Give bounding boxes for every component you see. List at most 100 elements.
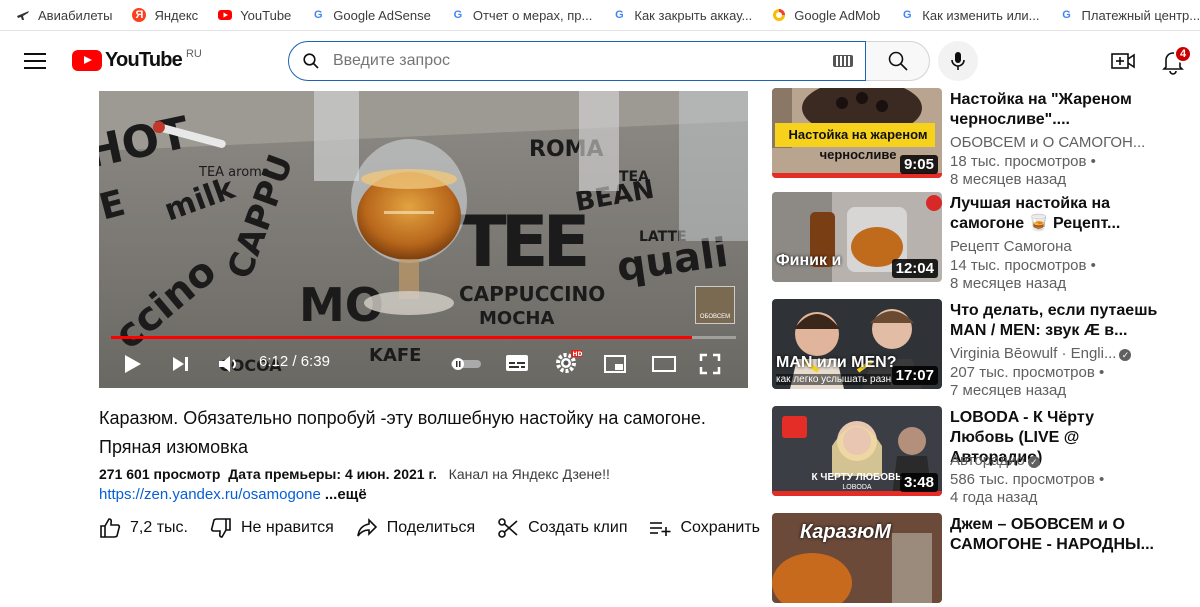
save-button[interactable]: Сохранить [649,519,760,537]
share-button[interactable]: Поделиться [356,518,475,538]
video-thumbnail[interactable]: Настойка на жареном черносливе 9:05 [772,88,942,178]
youtube-logo-icon [72,50,102,71]
country-code: RU [185,47,202,60]
video-duration: 3:48 [899,473,938,492]
keyboard-icon[interactable] [833,55,853,67]
masthead: YouTube RU 4 [0,31,1200,91]
microphone-icon [951,52,965,70]
thumbnail-subcaption: как легко услышать разн [776,374,892,385]
video-thumbnail[interactable]: MAN или MEN? как легко услышать разн 17:… [772,299,942,389]
time-separator: / [288,353,301,370]
search-input[interactable] [333,52,823,70]
channel-name[interactable]: Рецепт Самогона [950,238,1160,257]
channel-name[interactable]: Авторадио [950,452,1025,469]
logo-text: YouTube [105,49,183,71]
search-box [288,41,866,81]
bookmark-youtube[interactable]: YouTube [218,8,291,23]
dislike-button[interactable]: Не нравится [210,517,334,539]
view-count: 18 тыс. просмотров • [950,152,1096,170]
upload-age: 8 месяцев назад [950,171,1067,188]
svg-text:MOCHA: MOCHA [479,308,554,329]
view-count: 207 тыс. просмотров • [950,363,1105,381]
view-count: 14 тыс. просмотров • [950,256,1096,274]
svg-text:HD: HD [573,351,583,358]
bookmark-kak-izmenit[interactable]: G Как изменить или... [900,8,1040,23]
create-clip-button[interactable]: Создать клип [497,517,627,539]
autoplay-toggle-icon[interactable] [449,357,483,371]
bookmark-kak-zakryt[interactable]: G Как закрыть аккау... [612,8,752,23]
yandex-icon: Я [132,8,147,22]
admob-icon [772,8,786,22]
volume-icon[interactable] [217,353,241,375]
svg-text:TEA aroma: TEA aroma [198,165,270,180]
video-duration: 9:05 [899,155,938,174]
miniplayer-icon[interactable] [603,354,627,374]
thumbnail-caption: Финик и [776,252,842,269]
recommendation-item[interactable]: Финик и 12:04 Лучшая настойка на самогон… [772,192,1200,292]
bookmark-platezhny-centr[interactable]: G Платежный центр... [1060,8,1200,23]
show-more-button[interactable]: ...ещё [325,486,367,503]
video-frame: HOT TE milk CAPPU ccino MO TEE BEAN ROMA… [99,91,748,388]
like-button[interactable]: 7,2 тыс. [99,517,188,539]
svg-text:KAFE: KAFE [369,345,421,366]
search-icon [888,51,908,71]
settings-gear-icon[interactable]: HD [554,349,582,375]
share-icon [356,518,377,537]
channel-name[interactable]: Virginia Bēowulf · Engli... [950,345,1116,362]
notification-count-badge: 4 [1174,45,1192,63]
youtube-logo[interactable]: YouTube RU [72,47,202,72]
google-icon: G [314,9,323,21]
thumbnail-caption: КаразюМ [800,521,891,543]
scissors-icon [498,518,518,538]
thumbnail-caption: MAN или MEN? [776,354,897,371]
verified-icon: ✓ [1027,456,1040,468]
bookmark-aviabilety[interactable]: Авиабилеты [16,8,112,23]
channel-watermark[interactable]: ОБОВСЕМ [695,286,735,324]
thumbs-up-icon [100,518,121,538]
bookmark-yandex[interactable]: Я Яндекс [132,8,198,23]
premiere-date: Дата премьеры: 4 июн. 2021 г. [228,466,437,482]
recommendation-item[interactable]: К ЧЕРТУ ЛЮБОВЬ LOBODA 3:48 LOBODA - К Чё… [772,406,1200,506]
theater-mode-icon[interactable] [651,354,677,374]
action-bar: 7,2 тыс. Не нравится Поделиться Создать … [99,514,769,542]
video-thumbnail[interactable]: Финик и 12:04 [772,192,942,282]
video-meta: 271 601 просмотр Дата премьеры: 4 июн. 2… [99,466,610,482]
upload-age: 7 месяцев назад [950,382,1067,399]
video-thumbnail[interactable]: К ЧЕРТУ ЛЮБОВЬ LOBODA 3:48 [772,406,942,496]
video-title: Каразюм. Обязательно попробуй -эту волше… [99,408,706,457]
video-duration: 12:04 [891,259,938,278]
view-count: 586 тыс. просмотров • [950,470,1105,488]
svg-text:TEE: TEE [459,201,586,283]
voice-search-button[interactable] [938,41,978,81]
play-icon[interactable] [123,353,143,375]
recommendation-item[interactable]: MAN или MEN? как легко услышать разн 17:… [772,299,1200,399]
thumbs-down-icon [210,518,231,538]
verified-icon: ✓ [1119,349,1132,361]
upload-age: 8 месяцев назад [950,275,1067,292]
recommendation-item[interactable]: КаразюМ Джем – ОБОВСЕМ и О САМОГОНЕ - НА… [772,513,1200,607]
recommendation-title[interactable]: Настойка на "Жареном черносливе".... [950,90,1160,130]
bookmark-otchet[interactable]: G Отчет о мерах, пр... [451,8,593,23]
bookmark-google-adsense[interactable]: G Google AdSense [311,8,431,23]
next-icon[interactable] [171,355,191,373]
google-icon: G [615,9,624,21]
create-video-icon[interactable] [1110,49,1136,73]
recommendation-title[interactable]: Что делать, если путаешь MAN / MEN: звук… [950,301,1160,341]
bookmark-google-admob[interactable]: Google AdMob [772,8,880,23]
video-player[interactable]: HOT TE milk CAPPU ccino MO TEE BEAN ROMA… [99,91,748,388]
recommendation-item[interactable]: Настойка на жареном черносливе 9:05 Наст… [772,88,1200,188]
description-link[interactable]: https://zen.yandex.ru/osamogone [99,486,321,503]
recommendation-title[interactable]: Джем – ОБОВСЕМ и О САМОГОНЕ - НАРОДНЫ... [950,515,1160,555]
menu-icon[interactable] [24,53,46,69]
progress-bar[interactable] [111,336,736,339]
search-button[interactable] [866,41,930,81]
svg-text:CAPPUCCINO: CAPPUCCINO [459,282,605,306]
recommendation-info: Virginia Bēowulf · Engli... ✓ 207 тыс. пр… [950,345,1160,401]
recommendation-title[interactable]: Лучшая настойка на самогоне 🥃 Рецепт... [950,194,1160,234]
progress-played [111,336,693,339]
fullscreen-icon[interactable] [699,353,721,375]
recommendation-info: ОБОВСЕМ и О САМОГОН... 18 тыс. просмотро… [950,134,1160,190]
video-thumbnail[interactable]: КаразюМ [772,513,942,603]
subtitles-icon[interactable] [505,353,529,373]
channel-name[interactable]: ОБОВСЕМ и О САМОГОН... [950,134,1160,153]
